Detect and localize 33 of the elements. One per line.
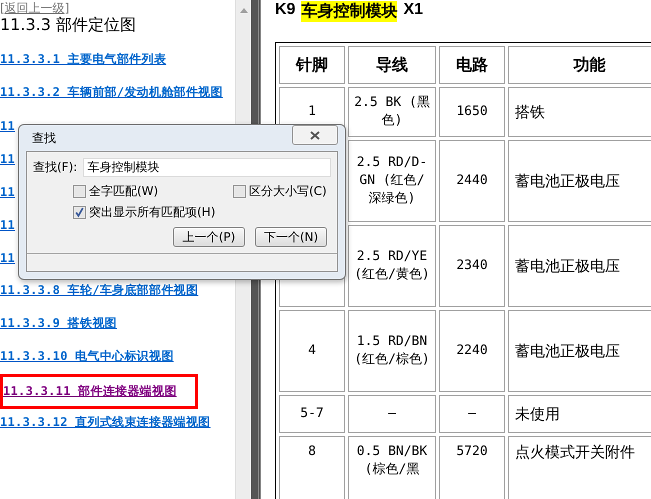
checkbox-label: 区分大小写(C) (249, 183, 327, 200)
table-cell: 0.5 BN/BK (棕色/黑 (348, 436, 436, 499)
table-cell: 蓄电池正极电压 (508, 140, 651, 222)
table-cell: — (439, 395, 505, 433)
connector-title: K9 (275, 1, 296, 20)
table-cell: 1.5 RD/BN (红色/棕色) (348, 310, 436, 392)
table-cell: 蓄电池正极电压 (508, 310, 651, 392)
table-cell: 4 (279, 310, 345, 392)
dialog-title: 查找 (32, 130, 56, 146)
table-cell: 2240 (439, 310, 505, 392)
column-header: 功能 (508, 46, 651, 84)
table-cell: 未使用 (508, 395, 651, 433)
table-cell: 搭铁 (508, 87, 651, 137)
table-cell: 2440 (439, 140, 505, 222)
table-cell: — (348, 395, 436, 433)
table-cell: 2.5 BK (黑色) (348, 87, 436, 137)
table-cell: 2.5 RD/YE (红色/黄色) (348, 225, 436, 307)
table-cell: 2340 (439, 225, 505, 307)
connector-title: X1 (403, 1, 424, 20)
column-header: 电路 (439, 46, 505, 84)
table-cell: 5-7 (279, 395, 345, 433)
table-cell: 1650 (439, 87, 505, 137)
table-cell: 蓄电池正极电压 (508, 225, 651, 307)
table-cell: 8 (279, 436, 345, 499)
section-heading: 11.3.3 部件定位图 (0, 15, 137, 35)
checkbox-label: 突出显示所有匹配项(H) (89, 204, 216, 221)
find-label: 查找(F): (33, 159, 78, 176)
column-header: 针脚 (279, 46, 345, 84)
checkbox-label: 全字匹配(W) (89, 183, 158, 200)
table-cell: 点火模式开关附件 (508, 436, 651, 499)
table-cell: 5720 (439, 436, 505, 499)
table-cell: 2.5 RD/D-GN (红色/深绿色) (348, 140, 436, 222)
column-header: 导线 (348, 46, 436, 84)
